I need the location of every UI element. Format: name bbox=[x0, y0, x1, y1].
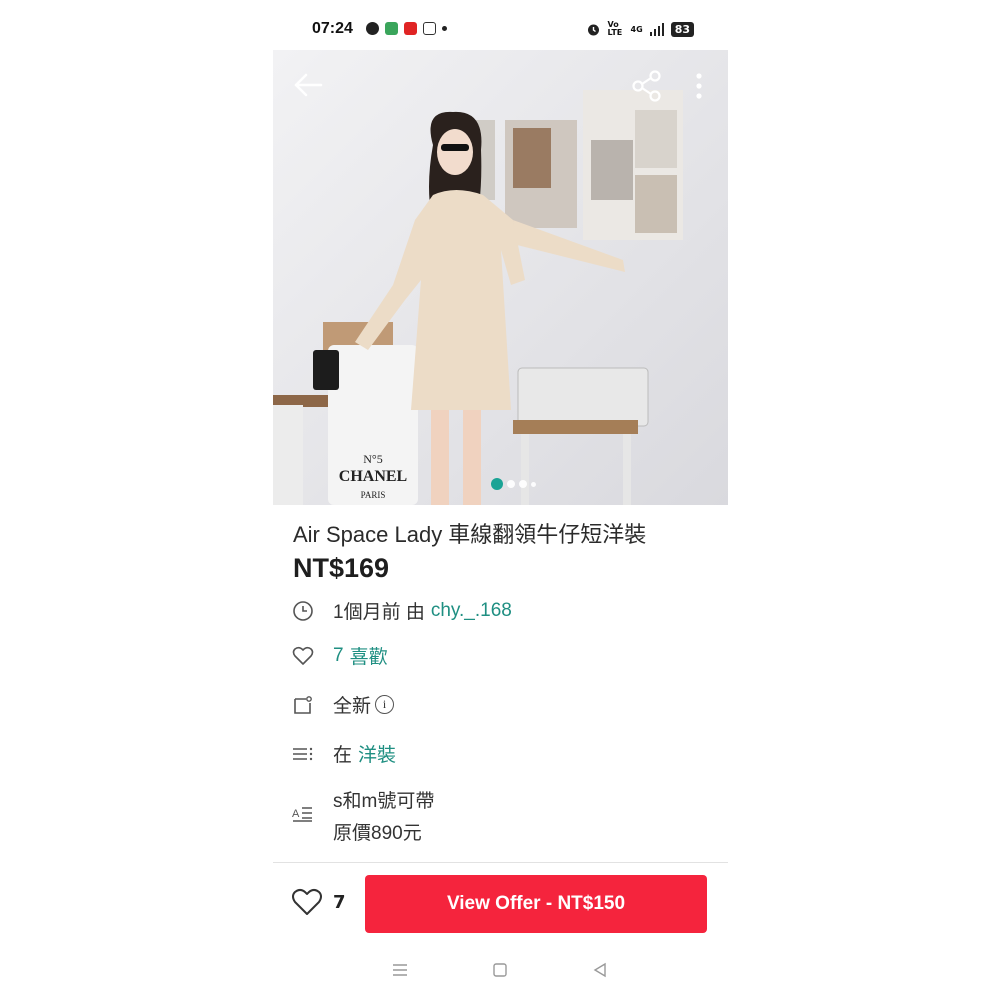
svg-text:CHANEL: CHANEL bbox=[339, 468, 407, 485]
more-notifications-dot bbox=[442, 26, 447, 31]
arrow-left-icon bbox=[294, 73, 323, 97]
battery-indicator: 83 bbox=[670, 21, 694, 37]
listing-description: s和m號可帶 原價890元 bbox=[333, 786, 434, 850]
description-line: s和m號可帶 bbox=[333, 791, 435, 812]
more-vertical-icon bbox=[696, 73, 702, 99]
divider bbox=[273, 862, 728, 863]
seller-link[interactable]: chy._.168 bbox=[431, 600, 512, 622]
carousel-dot[interactable] bbox=[531, 481, 536, 487]
triangle-back-icon bbox=[593, 962, 606, 978]
carousel-dot[interactable] bbox=[507, 480, 515, 488]
recent-apps-button[interactable] bbox=[391, 961, 409, 983]
text-format-icon: A bbox=[291, 802, 315, 826]
info-icon[interactable]: i bbox=[375, 695, 395, 714]
carousel-indicator bbox=[491, 478, 536, 490]
heart-outline-icon bbox=[291, 644, 315, 668]
home-button[interactable] bbox=[491, 961, 509, 983]
svg-text:A: A bbox=[292, 808, 300, 820]
menu-lines-icon bbox=[393, 964, 407, 976]
svg-text:N°5: N°5 bbox=[363, 452, 382, 466]
square-icon bbox=[493, 963, 507, 977]
status-right: Vo LTE 4G 83 bbox=[586, 21, 694, 37]
list-icon bbox=[291, 742, 315, 766]
description-line: 原價890元 bbox=[333, 823, 422, 844]
app-red-icon bbox=[404, 22, 417, 35]
bottom-like-count: 7 bbox=[333, 892, 346, 913]
likes-row[interactable]: 7 喜歡 bbox=[291, 642, 388, 669]
network-label: 4G bbox=[630, 24, 643, 34]
volte-label: Vo LTE bbox=[607, 20, 623, 37]
alarm-icon bbox=[587, 24, 599, 35]
app-notification-icon bbox=[385, 22, 398, 35]
status-bar: 07:24 Vo LTE 4G 83 bbox=[273, 0, 728, 50]
view-offer-button[interactable]: View Offer - NT$150 bbox=[365, 875, 707, 933]
category-row: 在 洋裝 bbox=[291, 740, 396, 767]
signal-icon bbox=[649, 22, 664, 36]
status-time: 07:24 bbox=[312, 20, 353, 37]
phone-screen: 07:24 Vo LTE 4G 83 N°5 CHANEL PARIS Air … bbox=[273, 0, 728, 1000]
svg-text:PARIS: PARIS bbox=[361, 490, 386, 500]
product-photo: N°5 CHANEL PARIS bbox=[273, 50, 728, 505]
share-icon bbox=[632, 70, 661, 102]
clock-icon bbox=[291, 599, 315, 623]
likes-count: 7 bbox=[333, 644, 344, 666]
system-nav-bar bbox=[273, 955, 728, 990]
bottom-like-button[interactable]: 7 bbox=[291, 888, 346, 917]
posted-row: 1個月前 由 chy._.168 bbox=[291, 597, 512, 624]
condition-row: 全新 i bbox=[291, 691, 395, 718]
carousel-dot-active[interactable] bbox=[491, 478, 503, 490]
gmail-icon bbox=[423, 22, 436, 35]
listing-title: Air Space Lady 車線翻領牛仔短洋裝 bbox=[293, 522, 647, 547]
description-icon-wrap: A bbox=[291, 802, 333, 826]
product-image-carousel[interactable]: N°5 CHANEL PARIS bbox=[273, 50, 728, 505]
back-nav-button[interactable] bbox=[591, 961, 609, 983]
listing-price: NT$169 bbox=[293, 553, 390, 583]
chat-icon bbox=[366, 22, 379, 35]
category-link[interactable]: 洋裝 bbox=[358, 740, 396, 767]
notification-icons bbox=[366, 22, 447, 35]
tag-icon bbox=[291, 693, 315, 717]
heart-outline-icon bbox=[292, 888, 322, 915]
likes-label: 喜歡 bbox=[349, 647, 388, 668]
category-prefix: 在 bbox=[333, 745, 353, 766]
posted-time: 1個月前 由 bbox=[333, 602, 425, 623]
condition-value: 全新 bbox=[333, 696, 372, 717]
carousel-dot[interactable] bbox=[519, 480, 527, 488]
